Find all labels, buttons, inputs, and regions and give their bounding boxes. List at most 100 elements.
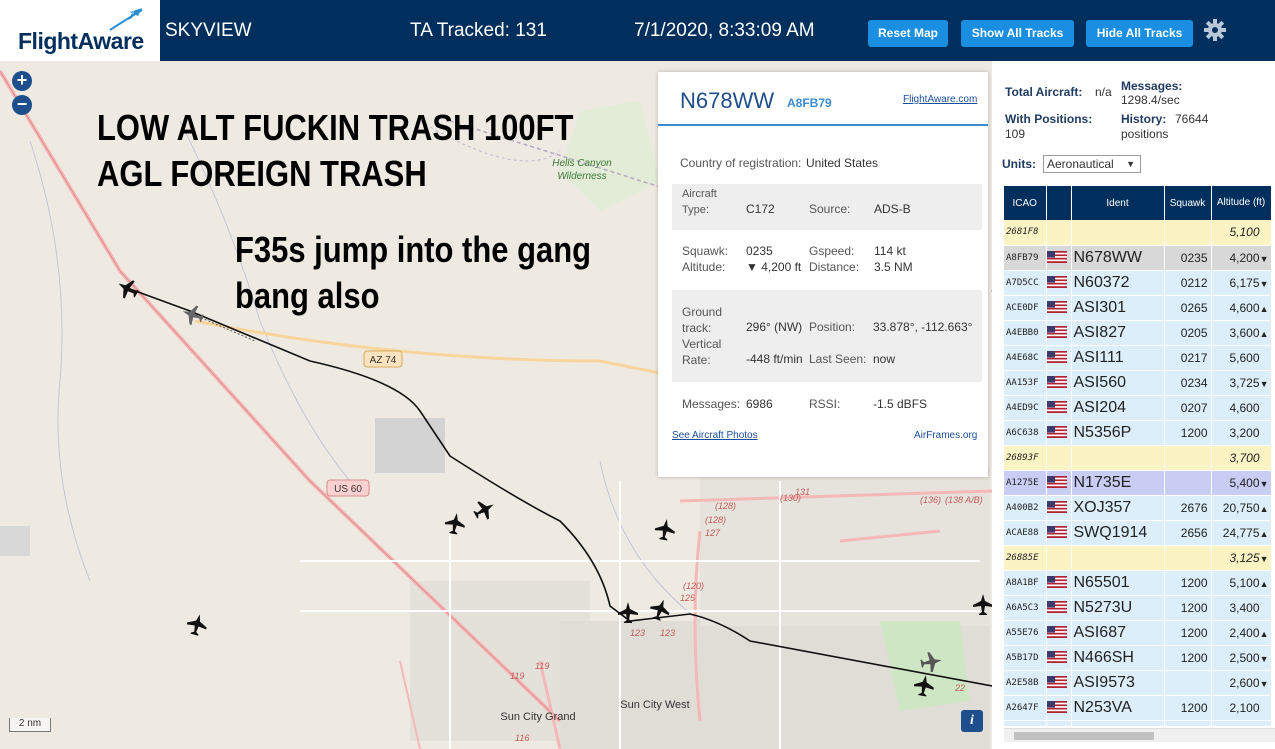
position-value: 33.878°, -112.663° — [873, 320, 973, 334]
row-altitude-value: 3,725 — [1229, 375, 1260, 390]
table-row[interactable]: A8A1BF N65501 1200 5,100▲ — [1004, 570, 1272, 596]
table-row[interactable]: A2E58B ASI9573 2,600▼ — [1004, 670, 1272, 696]
row-ident: ASI204 — [1071, 395, 1165, 421]
row-icao: ACE0DF — [1004, 295, 1047, 321]
gear-icon[interactable] — [1203, 18, 1227, 42]
row-icao: A400B2 — [1004, 495, 1047, 521]
show-all-tracks-button[interactable]: Show All Tracks — [961, 20, 1074, 47]
row-flag — [1046, 245, 1072, 271]
airframes-link[interactable]: AirFrames.org — [914, 430, 977, 441]
us-flag-icon — [1046, 700, 1067, 713]
row-trend: ▼ — [1259, 678, 1269, 689]
row-ident: N678WW — [1071, 245, 1165, 271]
table-header: ICAO Ident Squawk Altitude (ft) — [1004, 186, 1272, 220]
flightaware-logo[interactable]: FlightAware — [0, 0, 160, 61]
row-altitude-value: 20,750 — [1222, 500, 1260, 515]
table-row[interactable]: A5B17D N466SH 1200 2,500▼ — [1004, 645, 1272, 671]
app-name: SKYVIEW — [165, 20, 252, 41]
row-altitude-value: 2,500 — [1229, 650, 1260, 665]
row-altitude-value: 5,400 — [1229, 475, 1260, 490]
row-altitude-value: 3,700 — [1229, 450, 1260, 465]
us-flag-icon — [1046, 475, 1067, 488]
detail-hex: A8FB79 — [787, 96, 832, 110]
table-row[interactable]: A7D5CC N60372 0212 6,175▼ — [1004, 270, 1272, 296]
us-flag-icon — [1046, 325, 1067, 338]
aircraft-table-container[interactable]: ICAO Ident Squawk Altitude (ft) 2681F8 5,… — [1004, 186, 1275, 726]
row-flag — [1046, 670, 1072, 696]
aircraft-photos-link[interactable]: See Aircraft Photos — [672, 430, 758, 441]
horizontal-scrollbar[interactable] — [1004, 728, 1275, 742]
row-altitude: 5,100▲ — [1211, 570, 1272, 596]
messages-label: Messages: — [682, 397, 741, 411]
messages-label: Messages: — [1121, 79, 1183, 93]
row-altitude: 2,100 — [1211, 695, 1272, 721]
col-altitude[interactable]: Altitude (ft) — [1211, 186, 1272, 220]
scrollbar-thumb[interactable] — [1014, 732, 1154, 740]
hide-all-tracks-button[interactable]: Hide All Tracks — [1086, 20, 1193, 47]
row-flag — [1046, 320, 1072, 346]
row-trend: ▼ — [1259, 553, 1269, 564]
track-row: Ground track: 296° (NW) Position: 33.878… — [672, 290, 982, 382]
row-ident: ASI9573 — [1071, 670, 1165, 696]
flightaware-link[interactable]: FlightAware.com — [903, 94, 977, 105]
row-squawk: 1200 — [1164, 620, 1212, 646]
table-row[interactable]: A4EBB0 ASI827 0205 3,600▲ — [1004, 320, 1272, 346]
units-select[interactable]: Aeronautical ▼ — [1043, 155, 1141, 173]
row-ident: ASI827 — [1071, 320, 1165, 346]
row-squawk: 1200 — [1164, 595, 1212, 621]
row-flag — [1046, 445, 1072, 471]
table-row[interactable]: A2C145 N277J1200 2,150 — [1004, 720, 1272, 726]
table-row[interactable]: A4E68C ASI111 0217 5,600 — [1004, 345, 1272, 371]
row-icao: A2647F — [1004, 695, 1047, 721]
svg-text:123: 123 — [660, 628, 675, 638]
row-ident: ASI560 — [1071, 370, 1165, 396]
row-ident: N5273U — [1071, 595, 1165, 621]
info-button[interactable]: i — [961, 710, 983, 732]
country-value: United States — [806, 156, 879, 170]
row-flag — [1046, 545, 1072, 571]
table-row[interactable]: AA153F ASI560 0234 3,725▼ — [1004, 370, 1272, 396]
table-row[interactable]: 2681F8 5,100 — [1004, 220, 1272, 246]
svg-text:125: 125 — [680, 593, 696, 603]
col-squawk[interactable]: Squawk — [1164, 186, 1212, 220]
table-row[interactable]: ACAE88 SWQ1914 2656 24,775▲ — [1004, 520, 1272, 546]
az74-label: AZ 74 — [370, 355, 397, 366]
table-row[interactable]: 26893F 3,700 — [1004, 445, 1272, 471]
col-icao[interactable]: ICAO — [1004, 186, 1047, 220]
row-squawk — [1164, 445, 1212, 471]
table-row[interactable]: A55E76 ASI687 1200 2,400▲ — [1004, 620, 1272, 646]
table-row[interactable]: A400B2 XOJ357 2676 20,750▲ — [1004, 495, 1272, 521]
row-ident: N5356P — [1071, 420, 1165, 446]
table-row[interactable]: A2647F N253VA 1200 2,100 — [1004, 695, 1272, 721]
table-row[interactable]: A1275E N1735E 5,400▼ — [1004, 470, 1272, 496]
country-row: Country of registration: United States — [672, 156, 982, 172]
row-trend: ▲ — [1259, 503, 1269, 514]
table-row[interactable]: A4ED9C ASI204 0207 4,600 — [1004, 395, 1272, 421]
row-trend: ▲ — [1259, 303, 1269, 314]
svg-text:119: 119 — [535, 661, 549, 671]
table-row[interactable]: A8FB79 N678WW 0235 4,200▼ — [1004, 245, 1272, 271]
col-ident[interactable]: Ident — [1071, 186, 1165, 220]
reset-map-button[interactable]: Reset Map — [868, 20, 948, 47]
zoom-in-button[interactable]: + — [12, 71, 32, 91]
row-ident: XOJ357 — [1071, 495, 1165, 521]
row-flag — [1046, 620, 1072, 646]
annotation-text-2: F35s jump into the gang bang also — [235, 229, 592, 316]
col-flag[interactable] — [1046, 186, 1072, 220]
row-icao: ACAE88 — [1004, 520, 1047, 546]
row-trend: ▲ — [1259, 528, 1269, 539]
table-row[interactable]: A6C638 N5356P 1200 3,200 — [1004, 420, 1272, 446]
row-icao: A6A5C3 — [1004, 595, 1047, 621]
zoom-out-button[interactable]: − — [12, 95, 32, 115]
row-ident — [1071, 545, 1165, 571]
table-row[interactable]: ACE0DF ASI301 0265 4,600▲ — [1004, 295, 1272, 321]
us-flag-icon — [1046, 350, 1067, 363]
table-body: 2681F8 5,100 A8FB79 N678WW 0235 4,200▼ A7D5CC N… — [1004, 220, 1272, 726]
table-row[interactable]: 26885E 3,125▼ — [1004, 545, 1272, 571]
row-icao: A55E76 — [1004, 620, 1047, 646]
row-icao: A4ED9C — [1004, 395, 1047, 421]
row-altitude: 3,200 — [1211, 420, 1272, 446]
svg-text:22: 22 — [954, 683, 965, 693]
type-row: Aircraft Type: C172 Source: ADS-B — [672, 184, 982, 230]
table-row[interactable]: A6A5C3 N5273U 1200 3,400 — [1004, 595, 1272, 621]
